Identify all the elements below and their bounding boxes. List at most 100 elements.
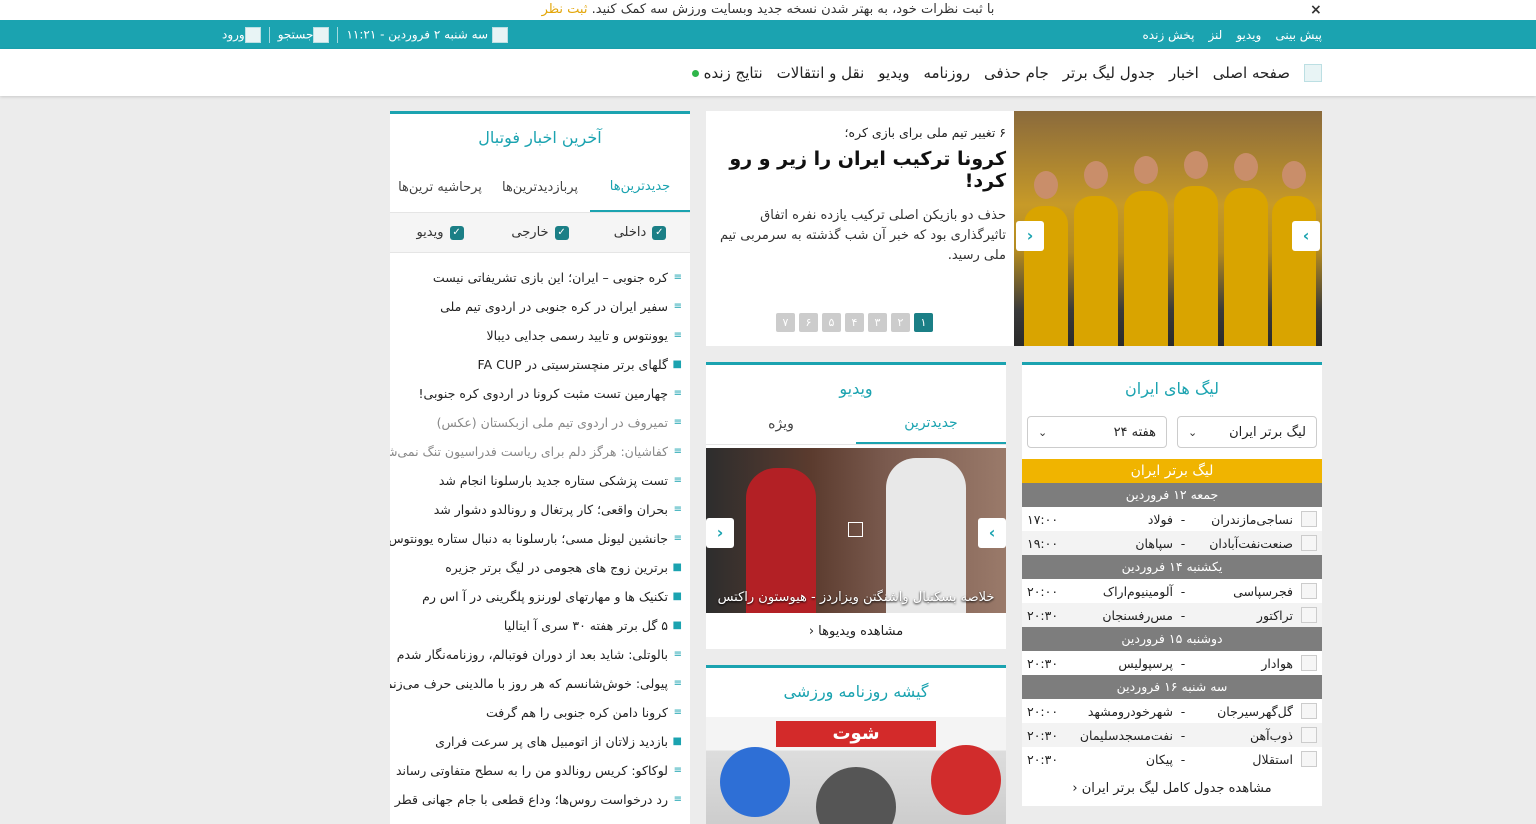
- news-filter[interactable]: ✓ خارجی: [490, 225, 590, 240]
- video-tab[interactable]: جدیدترین: [856, 403, 1006, 444]
- news-item[interactable]: ≡ تمیروف در اردوی تیم ملی ازبکستان (عکس): [390, 408, 682, 437]
- news-item[interactable]: ≡ یوونتوس و تایید رسمی جدایی دیبالا: [390, 321, 682, 350]
- slider-page-button[interactable]: ۱: [914, 313, 933, 332]
- fixture-row[interactable]: استقلال - پیکان ۲۰:۳۰: [1022, 747, 1322, 771]
- search-button[interactable]: جستجو: [278, 26, 330, 43]
- team-logo: [1301, 607, 1317, 623]
- video-next-icon[interactable]: ›: [978, 518, 1006, 548]
- more-videos-link[interactable]: مشاهده ویدیوها ‹: [706, 615, 1006, 649]
- nav-item[interactable]: روزنامه: [923, 64, 970, 82]
- top-link[interactable]: ویدیو: [1236, 28, 1261, 42]
- news-item[interactable]: ≡ بحران واقعی؛ کار پرتغال و رونالدو دشوار…: [390, 495, 682, 524]
- fixture-row[interactable]: فجرسپاسی - آلومینیوم‌اراک ۲۰:۰۰: [1022, 579, 1322, 603]
- nav-item[interactable]: نتایج زنده: [691, 64, 763, 82]
- slider-prev-icon[interactable]: ‹: [1016, 221, 1044, 251]
- slider-page-button[interactable]: ۲: [891, 313, 910, 332]
- week-select[interactable]: هفته ۲۴ ⌄: [1027, 416, 1167, 448]
- checkbox-checked-icon[interactable]: ✓: [652, 225, 667, 240]
- news-item[interactable]: ≡ کفاشیان: هرگز دلم برای ریاست فدراسیون ت…: [390, 437, 682, 466]
- team-logo: [1301, 727, 1317, 743]
- nav-item[interactable]: ویدیو: [878, 64, 909, 82]
- slider-page-button[interactable]: ۷: [776, 313, 795, 332]
- fixture-row[interactable]: هوادار - پرسپولیس ۲۰:۳۰: [1022, 651, 1322, 675]
- top-link[interactable]: لنز: [1208, 28, 1222, 42]
- slider-page-button[interactable]: ۵: [822, 313, 841, 332]
- checkbox-checked-icon[interactable]: ✓: [554, 225, 569, 240]
- news-tab[interactable]: جدیدترین‌ها: [590, 162, 690, 212]
- nav-item[interactable]: جام حذفی: [984, 64, 1049, 82]
- top-tools: سه شنبه ۲ فروردین - ۱۱:۲۱ جستجو ورود: [222, 20, 508, 49]
- hero-image[interactable]: [1014, 111, 1322, 346]
- nav-item[interactable]: اخبار: [1169, 64, 1199, 82]
- figure: [1224, 188, 1268, 346]
- slider-page-button[interactable]: ۴: [845, 313, 864, 332]
- figure: [1234, 153, 1258, 181]
- play-icon[interactable]: [848, 522, 863, 537]
- article-icon: ≡: [673, 445, 682, 457]
- news-filter[interactable]: ✓ داخلی: [590, 225, 690, 240]
- news-filter-label: داخلی: [613, 225, 647, 240]
- league-select[interactable]: لیگ برتر ایران ⌄: [1177, 416, 1317, 448]
- video-tab[interactable]: ویژه: [706, 403, 856, 444]
- fixture-row[interactable]: ذوب‌آهن - نفت‌مسجدسلیمان ۲۰:۳۰: [1022, 723, 1322, 747]
- news-item[interactable]: ■ گلهای برتر منچسترسیتی در FA CUP: [390, 350, 682, 379]
- news-item[interactable]: ■ برترین زوج های هجومی در لیگ برتر جزیره: [390, 553, 682, 582]
- news-item-title: بحران واقعی؛ کار پرتغال و رونالدو دشوار …: [433, 502, 668, 517]
- away-team: شهرخودرومشهد: [1087, 703, 1173, 719]
- news-item[interactable]: ■ تکنیک ها و مهارتهای لورنزو پلگرینی در آ…: [390, 582, 682, 611]
- article-icon: ≡: [673, 271, 682, 283]
- video-prev-icon[interactable]: ‹: [706, 518, 734, 548]
- nav-item[interactable]: نقل و انتقالات: [777, 64, 865, 82]
- fixture-row[interactable]: صنعت‌نفت‌آبادان - سپاهان ۱۹:۰۰: [1022, 531, 1322, 555]
- slider-page-button[interactable]: ۶: [799, 313, 818, 332]
- article-icon: ≡: [673, 677, 682, 689]
- match-time: ۲۰:۰۰: [1027, 583, 1059, 599]
- top-link[interactable]: پخش زنده: [1143, 28, 1195, 42]
- slider-next-icon[interactable]: ›: [1292, 221, 1320, 251]
- news-item[interactable]: ≡ سفیر ایران در کره جنوبی در اردوی تیم مل…: [390, 292, 682, 321]
- news-item[interactable]: ≡ پیولی: خوش‌شانسم که هر روز با مالدینی ح…: [390, 669, 682, 698]
- newspaper-cover[interactable]: شوت: [706, 717, 1006, 824]
- news-item[interactable]: ≡ لوکاکو: کریس رونالدو من را به سطح متفاو…: [390, 756, 682, 785]
- news-item[interactable]: ≡ تست پزشکی ستاره جدید بارسلونا انجام شد: [390, 466, 682, 495]
- hero-title[interactable]: کرونا ترکیب ایران را زیر و رو کرد!: [714, 148, 1006, 192]
- fixture-row[interactable]: تراکتور - مس‌رفسنجان ۲۰:۳۰: [1022, 603, 1322, 627]
- news-item[interactable]: ≡ چهارمین تست مثبت کرونا در اردوی کره جنو…: [390, 379, 682, 408]
- news-item-title: لوکاکو: کریس رونالدو من را به سطح متفاوت…: [395, 763, 668, 778]
- news-item[interactable]: ≡ رد درخواست روس‌ها؛ وداع قطعی با جام جها…: [390, 785, 682, 814]
- fixture-day: یکشنبه ۱۴ فروردین: [1022, 555, 1322, 579]
- news-item[interactable]: ■ بازدید زلاتان از اتومبیل های پر سرعت فر…: [390, 727, 682, 756]
- feedback-link[interactable]: ثبت نظر: [542, 2, 588, 17]
- fixture-row[interactable]: گل‌گهرسیرجان - شهرخودرومشهد ۲۰:۰۰: [1022, 699, 1322, 723]
- news-item[interactable]: ≡ جانشین لیونل مسی؛ بارسلونا به دنبال ستا…: [390, 524, 682, 553]
- news-item[interactable]: ■ ۵ گل برتر هفته ۳۰ سری آ ایتالیا: [390, 611, 682, 640]
- site-logo[interactable]: [1304, 63, 1322, 82]
- match-time: ۲۰:۳۰: [1027, 655, 1059, 671]
- full-table-link[interactable]: مشاهده جدول کامل لیگ برتر ایران ‹: [1022, 772, 1322, 806]
- divider: [337, 26, 339, 43]
- news-tab[interactable]: پربازدیدترین‌ها: [490, 162, 590, 212]
- away-team: پیکان: [1145, 751, 1173, 767]
- date-display: سه شنبه ۲ فروردین - ۱۱:۲۱: [346, 26, 508, 43]
- checkbox-checked-icon[interactable]: ✓: [449, 225, 464, 240]
- fixture-day: سه شنبه ۱۶ فروردین: [1022, 675, 1322, 699]
- login-button[interactable]: ورود: [222, 26, 261, 43]
- vs-separator: -: [1180, 511, 1186, 527]
- video-caption[interactable]: خلاصه بسکتبال واشنگتن ویزاردز - هیوستون …: [706, 590, 1006, 605]
- chevron-left-icon: ‹: [808, 624, 815, 639]
- slider-page-button[interactable]: ۳: [868, 313, 887, 332]
- close-icon[interactable]: ×: [1310, 0, 1322, 20]
- video-thumbnail[interactable]: خلاصه بسکتبال واشنگتن ویزاردز - هیوستون …: [706, 448, 1006, 613]
- news-item[interactable]: ≡ کره جنوبی – ایران؛ این بازی تشریفاتی نی…: [390, 263, 682, 292]
- top-link[interactable]: پیش بینی: [1275, 28, 1322, 42]
- news-tab[interactable]: پرحاشیه ترین‌ها: [390, 162, 490, 212]
- nav-item[interactable]: صفحه اصلی: [1213, 64, 1290, 82]
- figure: [1124, 191, 1168, 346]
- news-item[interactable]: ≡ کرونا دامن کره جنوبی را هم گرفت: [390, 698, 682, 727]
- news-filter[interactable]: ✓ ویدیو: [390, 225, 490, 240]
- match-time: ۲۰:۰۰: [1027, 703, 1059, 719]
- fixture-row[interactable]: نساجی‌مازندران - فولاد ۱۷:۰۰: [1022, 507, 1322, 531]
- nav-item[interactable]: جدول لیگ برتر: [1063, 64, 1155, 82]
- hero-description: حذف دو بازیکن اصلی ترکیب یازده نفره اتفا…: [719, 208, 1006, 263]
- news-item[interactable]: ≡ بالوتلی: شاید بعد از دوران فوتبالم، روز…: [390, 640, 682, 669]
